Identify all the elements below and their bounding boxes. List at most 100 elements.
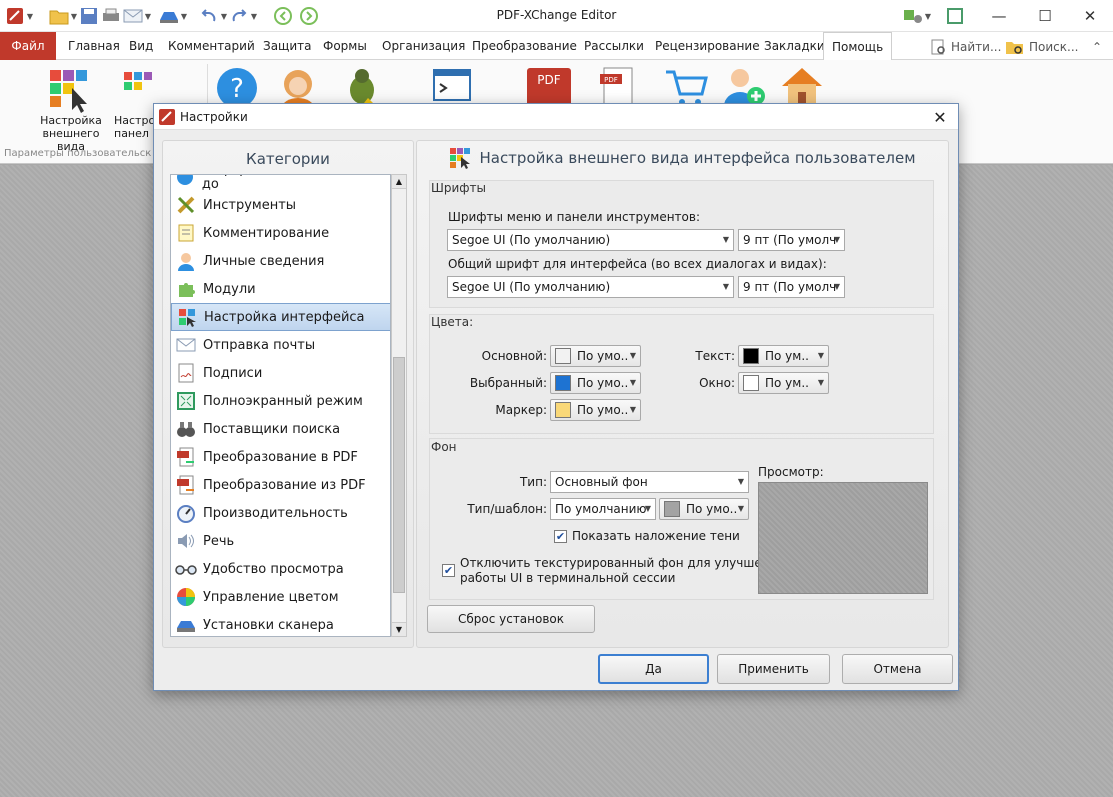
tab-view[interactable]: Вид bbox=[129, 32, 153, 60]
marker-color-label: Маркер: bbox=[495, 403, 547, 417]
menu-font-value: Segoe UI (По умолчанию) bbox=[452, 233, 611, 247]
categories-scrollbar[interactable]: ▲ ▼ bbox=[391, 174, 407, 637]
dialog-titlebar: Настройки ✕ bbox=[154, 104, 958, 130]
background-section-title: Фон bbox=[431, 440, 457, 454]
text-color-select[interactable]: По ум.. ▼ bbox=[738, 345, 829, 367]
ui-font-select[interactable]: Segoe UI (По умолчанию) ▼ bbox=[447, 276, 734, 298]
bug-report-button[interactable] bbox=[338, 64, 386, 108]
category-commenting[interactable]: Комментирование bbox=[171, 219, 390, 247]
pdf-tools-button[interactable]: PDF bbox=[594, 64, 642, 108]
scroll-down-arrow-icon[interactable]: ▼ bbox=[392, 622, 406, 636]
selected-color-swatch bbox=[555, 375, 571, 391]
category-fullscreen[interactable]: Полноэкранный режим bbox=[171, 387, 390, 415]
homepage-button[interactable] bbox=[778, 64, 826, 108]
category-email[interactable]: Отправка почты bbox=[171, 331, 390, 359]
close-window-button[interactable]: ✕ bbox=[1067, 0, 1113, 32]
disable-texture-checkbox[interactable]: ✔ bbox=[442, 564, 455, 577]
text-color-value: По ум.. bbox=[765, 349, 809, 363]
main-color-select[interactable]: По умо.. ▼ bbox=[550, 345, 641, 367]
bg-pattern-color-select[interactable]: По умо.. ▼ bbox=[659, 498, 749, 520]
ui-options-dropdown-icon[interactable]: ▼ bbox=[924, 12, 932, 21]
support-button[interactable] bbox=[274, 64, 322, 108]
category-convert-from-pdf[interactable]: Преобразование из PDF bbox=[171, 471, 390, 499]
category-label: Комментирование bbox=[203, 225, 330, 241]
tab-help[interactable]: Помощь bbox=[823, 32, 893, 61]
category-tools[interactable]: Инструменты bbox=[171, 191, 390, 219]
tab-review[interactable]: Рецензирование bbox=[655, 32, 760, 60]
category-signatures[interactable]: Подписи bbox=[171, 359, 390, 387]
tab-forms[interactable]: Формы bbox=[323, 32, 367, 60]
text-color-label: Текст: bbox=[695, 349, 735, 363]
shopping-cart-icon bbox=[666, 70, 708, 105]
selected-color-select[interactable]: По умо.. ▼ bbox=[550, 372, 641, 394]
ui-appearance-button[interactable]: Настройка внешнего вида bbox=[28, 64, 114, 153]
dialog-close-button[interactable]: ✕ bbox=[928, 106, 952, 128]
category-label: Личные сведения bbox=[203, 253, 325, 269]
menu-font-select[interactable]: Segoe UI (По умолчанию) ▼ bbox=[447, 229, 734, 251]
cancel-button[interactable]: Отмена bbox=[842, 654, 953, 684]
category-label: Производительность bbox=[203, 505, 348, 521]
disable-texture-line-2: работы UI в терминальной сессии bbox=[460, 571, 676, 585]
search-button[interactable]: Поиск... bbox=[1005, 36, 1078, 58]
category-info-panels[interactable]: Информационные панели до bbox=[171, 175, 390, 192]
reset-button[interactable]: Сброс установок bbox=[427, 605, 595, 633]
file-tab[interactable]: Файл bbox=[0, 32, 56, 60]
help-button[interactable]: ? bbox=[213, 64, 261, 108]
ribbon-tabs: Файл Главная Вид Комментарий Защита Форм… bbox=[0, 32, 1113, 61]
tab-comment[interactable]: Комментарий bbox=[168, 32, 255, 60]
bg-pattern-select[interactable]: По умолчанию ▼ bbox=[550, 498, 656, 520]
show-shadow-checkbox[interactable]: ✔ bbox=[554, 530, 567, 543]
category-label: Информационные панели до bbox=[201, 175, 380, 192]
maximize-button[interactable]: ☐ bbox=[1022, 0, 1068, 32]
ui-options-icon[interactable] bbox=[902, 5, 924, 27]
fullscreen-icon[interactable] bbox=[944, 5, 966, 27]
scroll-up-arrow-icon[interactable]: ▲ bbox=[392, 175, 406, 189]
category-performance[interactable]: Производительность bbox=[171, 499, 390, 527]
category-label: Модули bbox=[203, 281, 256, 297]
scroll-thumb[interactable] bbox=[393, 357, 405, 593]
category-speech[interactable]: Речь bbox=[171, 527, 390, 555]
envelope-icon bbox=[175, 334, 197, 356]
minimize-button[interactable]: — bbox=[976, 0, 1022, 32]
tab-organize[interactable]: Организация bbox=[382, 32, 465, 60]
ribbon-collapse-button[interactable]: ⌃ bbox=[1092, 36, 1102, 58]
ui-font-size-select[interactable]: 9 пт (По умолч ▼ bbox=[738, 276, 845, 298]
bg-pattern-value: По умолчанию bbox=[555, 502, 647, 516]
category-ui-customization[interactable]: Настройка интерфейса bbox=[171, 303, 390, 331]
ok-button[interactable]: Да bbox=[598, 654, 709, 684]
tab-mailings[interactable]: Рассылки bbox=[584, 32, 644, 60]
bg-pattern-color-swatch bbox=[664, 501, 680, 517]
command-console-button[interactable] bbox=[428, 64, 476, 108]
menu-font-size-select[interactable]: 9 пт (По умолч ▼ bbox=[738, 229, 845, 251]
category-accessibility[interactable]: Удобство просмотра bbox=[171, 555, 390, 583]
category-label: Подписи bbox=[203, 365, 263, 381]
bg-type-select[interactable]: Основный фон ▼ bbox=[550, 471, 749, 493]
register-button[interactable] bbox=[720, 64, 768, 108]
window-color-select[interactable]: По ум.. ▼ bbox=[738, 372, 829, 394]
tab-convert[interactable]: Преобразование bbox=[472, 32, 577, 60]
category-convert-to-pdf[interactable]: Преобразование в PDF bbox=[171, 443, 390, 471]
tab-protect[interactable]: Защита bbox=[263, 32, 312, 60]
category-plugins[interactable]: Модули bbox=[171, 275, 390, 303]
category-scanner[interactable]: Установки сканера bbox=[171, 611, 390, 636]
chevron-down-icon: ▼ bbox=[737, 504, 744, 513]
tab-home[interactable]: Главная bbox=[68, 32, 120, 60]
find-button[interactable]: Найти... bbox=[929, 36, 1001, 58]
category-color-management[interactable]: Управление цветом bbox=[171, 583, 390, 611]
category-identity[interactable]: Личные сведения bbox=[171, 247, 390, 275]
category-search-providers[interactable]: Поставщики поиска bbox=[171, 415, 390, 443]
main-color-label: Основной: bbox=[481, 349, 547, 363]
toolbar-customize-button[interactable]: Настро панел bbox=[114, 64, 154, 140]
tab-bookmarks[interactable]: Закладки bbox=[764, 32, 825, 60]
marker-color-select[interactable]: По умо.. ▼ bbox=[550, 399, 641, 421]
category-label: Преобразование из PDF bbox=[203, 477, 366, 493]
pdf-product-button[interactable]: PDF bbox=[523, 64, 575, 108]
categories-list[interactable]: Информационные панели до Инструменты Ком… bbox=[170, 174, 391, 637]
toolbar-customize-label-1: Настро bbox=[114, 114, 154, 127]
scanner-icon bbox=[175, 614, 197, 636]
speedometer-icon bbox=[175, 502, 197, 524]
selected-color-value: По умо.. bbox=[577, 376, 629, 390]
apply-button[interactable]: Применить bbox=[717, 654, 830, 684]
disable-texture-line-1: Отключить текстурированный фон для улучш… bbox=[460, 556, 785, 570]
buy-button[interactable] bbox=[662, 64, 710, 108]
